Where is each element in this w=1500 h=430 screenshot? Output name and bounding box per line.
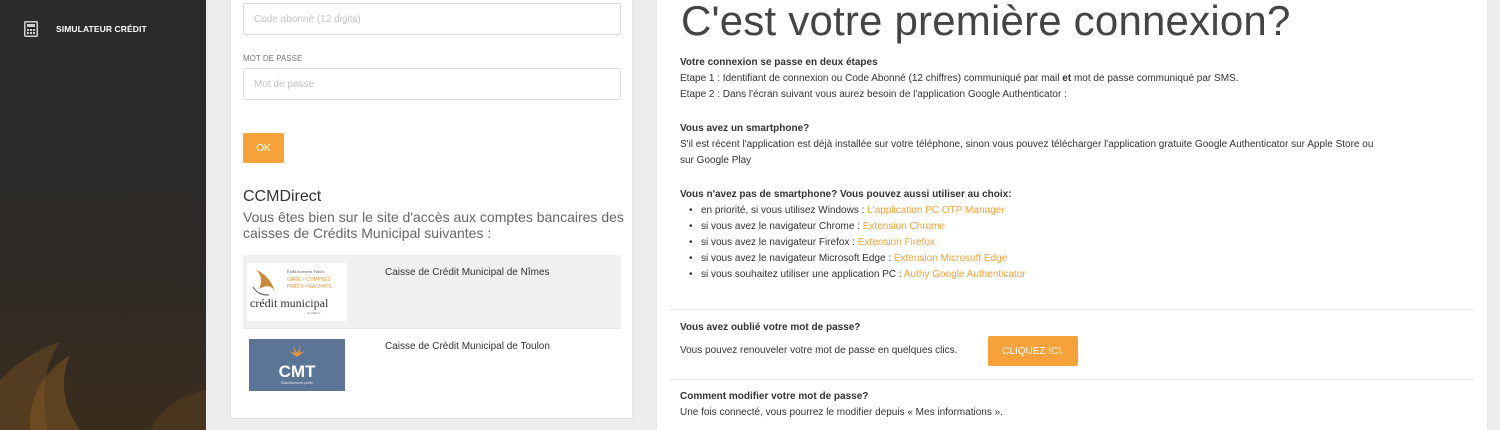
svg-text:PRÊTS • RACHATS: PRÊTS • RACHATS bbox=[287, 282, 332, 290]
info-panel: C'est votre première connexion? Votre co… bbox=[657, 0, 1487, 430]
sidebar: SIMULATEUR CRÉDIT bbox=[0, 0, 206, 430]
steps-heading: Votre connexion se passe en deux étapes bbox=[680, 57, 878, 68]
smartphone-text-line-2: sur Google Play bbox=[680, 155, 752, 166]
firefox-extension-link[interactable]: Extension Firefox bbox=[858, 237, 935, 248]
sidebar-decoration bbox=[0, 342, 206, 430]
divider bbox=[669, 309, 1474, 310]
bank-row-nimes[interactable]: Établissement Public GAGE • COMPTES PRÊT… bbox=[243, 255, 621, 328]
credit-municipal-nimes-logo: Établissement Public GAGE • COMPTES PRÊT… bbox=[243, 255, 351, 328]
ok-button[interactable]: OK bbox=[243, 133, 284, 163]
sidebar-item-simulateur-credit[interactable]: SIMULATEUR CRÉDIT bbox=[0, 14, 206, 44]
option-item: si vous avez le navigateur Firefox : Ext… bbox=[689, 237, 935, 248]
authy-link[interactable]: Authy Google Authenticator bbox=[904, 269, 1026, 280]
svg-text:CMT: CMT bbox=[279, 362, 316, 381]
windows-otp-manager-link[interactable]: L'application PC OTP Manager bbox=[867, 205, 1004, 216]
chrome-extension-link[interactable]: Extension Chrome bbox=[863, 221, 945, 232]
bank-row-toulon[interactable]: CMT Établissement public Caisse de Crédi… bbox=[243, 328, 621, 400]
svg-text:de Nîmes: de Nîmes bbox=[307, 311, 321, 315]
page-title: C'est votre première connexion? bbox=[681, 0, 1291, 44]
brand-description: Vous êtes bien sur le site d'accès aux c… bbox=[243, 209, 624, 241]
password-input[interactable] bbox=[243, 68, 621, 100]
svg-text:GAGE • COMPTES: GAGE • COMPTES bbox=[287, 277, 331, 283]
forgot-password-heading: Vous avez oublié votre mot de passe? bbox=[680, 322, 861, 333]
cmt-logo: CMT Établissement public bbox=[243, 329, 351, 400]
step-1-text: Etape 1 : Identifiant de connexion ou Co… bbox=[680, 73, 1239, 84]
bank-name: Caisse de Crédit Municipal de Toulon bbox=[385, 341, 550, 352]
svg-text:Établissement public: Établissement public bbox=[281, 380, 313, 385]
login-panel: MOT DE PASSE OK CCMDirect Vous êtes bien… bbox=[230, 0, 633, 419]
forgot-password-text: Vous pouvez renouveler votre mot de pass… bbox=[680, 345, 958, 356]
no-smartphone-heading: Vous n'avez pas de smartphone? Vous pouv… bbox=[680, 189, 1012, 200]
svg-text:crédit municipal: crédit municipal bbox=[250, 296, 329, 310]
option-item: si vous avez le navigateur Chrome : Exte… bbox=[689, 221, 945, 232]
edge-extension-link[interactable]: Extension Microsoft Edge bbox=[894, 253, 1007, 264]
smartphone-heading: Vous avez un smartphone? bbox=[680, 123, 810, 134]
subscriber-code-input[interactable] bbox=[243, 3, 621, 35]
brand-title: CCMDirect bbox=[243, 188, 322, 205]
svg-text:Établissement Public: Établissement Public bbox=[287, 269, 325, 274]
option-item: en priorité, si vous utilisez Windows : … bbox=[689, 205, 1005, 216]
option-item: si vous avez le navigateur Microsoft Edg… bbox=[689, 253, 1007, 264]
divider bbox=[669, 379, 1474, 380]
bank-name: Caisse de Crédit Municipal de Nîmes bbox=[385, 267, 550, 278]
sidebar-item-label: SIMULATEUR CRÉDIT bbox=[56, 24, 147, 34]
calculator-icon bbox=[24, 21, 38, 37]
password-label: MOT DE PASSE bbox=[243, 54, 303, 63]
modify-password-heading: Comment modifier votre mot de passe? bbox=[680, 391, 869, 402]
step-2-text: Etape 2 : Dans l'écran suivant vous aure… bbox=[680, 89, 1067, 100]
reset-password-button[interactable]: CLIQUEZ ICI. bbox=[988, 336, 1078, 366]
smartphone-text-line-1: S'il est récent l'application est déjà i… bbox=[680, 139, 1374, 150]
option-item: si vous souhaitez utiliser une applicati… bbox=[689, 269, 1026, 280]
modify-password-text: Une fois connecté, vous pourrez le modif… bbox=[680, 407, 1003, 418]
